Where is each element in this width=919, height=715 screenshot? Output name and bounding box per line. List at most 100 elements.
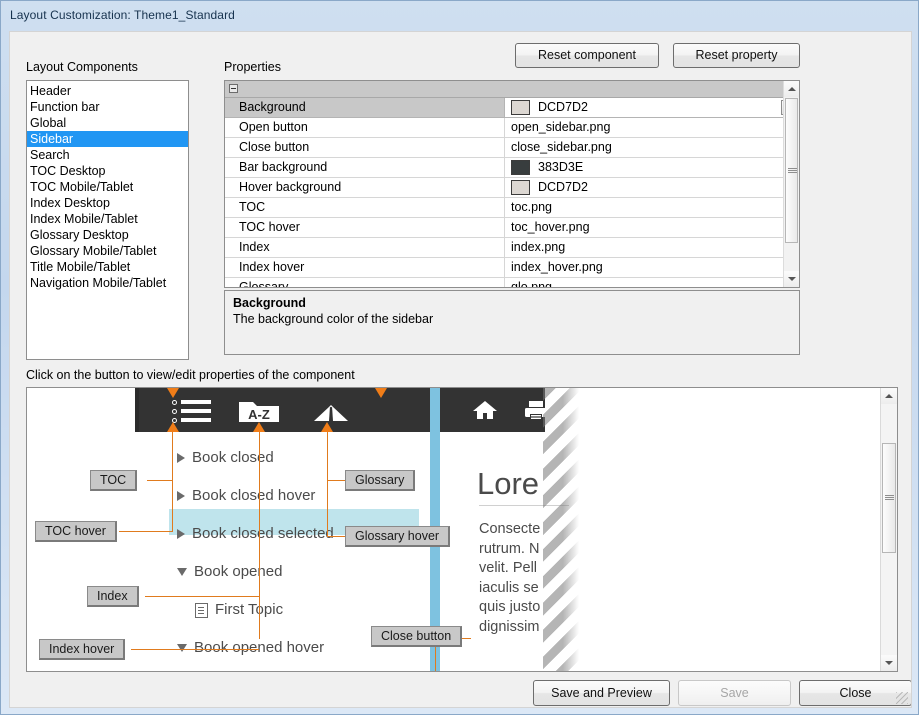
scroll-down-arrow-icon[interactable] [784, 271, 799, 287]
tree-item-label: Book closed hover [192, 487, 316, 504]
tree-item-book-opened[interactable]: Book opened [177, 563, 282, 580]
property-value-text: glo.png [511, 280, 553, 288]
tree-item-book-opened-hover[interactable]: Book opened hover [177, 639, 324, 656]
layout-component-item[interactable]: Index Mobile/Tablet [27, 211, 188, 227]
layout-component-item[interactable]: Sidebar [27, 131, 188, 147]
glossary-book-glyph [314, 405, 348, 421]
property-value[interactable]: toc_hover.png [505, 218, 799, 237]
marker-up-icon [321, 422, 333, 432]
property-value-text: toc.png [511, 200, 553, 214]
property-description-panel: Background The background color of the s… [224, 290, 800, 355]
tree-item-first-topic[interactable]: First Topic [195, 601, 283, 618]
marker-up-icon [253, 422, 265, 432]
layout-component-item[interactable]: TOC Mobile/Tablet [27, 179, 188, 195]
property-row[interactable]: TOC toc.png [225, 198, 799, 218]
layout-component-item[interactable]: Glossary Mobile/Tablet [27, 243, 188, 259]
property-name: Glossary [225, 278, 505, 287]
property-value[interactable]: close_sidebar.png [505, 138, 799, 157]
tree-item-book-closed-selected[interactable]: Book closed selected [177, 525, 334, 542]
callout-index-hover[interactable]: Index hover [39, 639, 126, 660]
property-name: Hover background [225, 178, 505, 197]
property-name: TOC [225, 198, 505, 217]
leader-line [119, 531, 173, 532]
layout-component-item[interactable]: TOC Desktop [27, 163, 188, 179]
window-title: Layout Customization: Theme1_Standard [10, 8, 235, 22]
properties-label: Properties [224, 60, 281, 74]
scrollbar-thumb[interactable] [785, 98, 798, 243]
property-row[interactable]: Index hover index_hover.png [225, 258, 799, 278]
resize-grip-icon[interactable] [896, 692, 908, 704]
triangle-right-icon [177, 453, 185, 464]
tree-item-book-closed-hover[interactable]: Book closed hover [177, 487, 315, 504]
layout-component-item[interactable]: Index Desktop [27, 195, 188, 211]
property-row[interactable]: Open button open_sidebar.png [225, 118, 799, 138]
layout-components-list[interactable]: Header Function bar Global Sidebar Search TOC… [26, 80, 189, 360]
glossary-book-icon[interactable] [311, 399, 351, 423]
description-text: The background color of the sidebar [233, 312, 434, 326]
marker-up-icon [167, 422, 179, 432]
property-value[interactable]: DCD7D2 [505, 98, 799, 117]
property-value[interactable]: 383D3E [505, 158, 799, 177]
property-value-text: toc_hover.png [511, 220, 590, 234]
property-name: Index hover [225, 258, 505, 277]
callout-glossary[interactable]: Glossary [345, 470, 416, 491]
property-value[interactable]: index_hover.png [505, 258, 799, 277]
property-row[interactable]: Index index.png [225, 238, 799, 258]
preview-canvas: A-Z Lore Consecte rutrum. N velit. Pell … [27, 388, 881, 671]
layout-component-item[interactable]: Header [27, 83, 188, 99]
leader-line [172, 431, 173, 531]
property-row[interactable]: TOC hover toc_hover.png [225, 218, 799, 238]
property-row[interactable]: Bar background 383D3E [225, 158, 799, 178]
home-glyph [473, 401, 497, 419]
index-az-folder-icon[interactable]: A-Z [237, 398, 281, 424]
layout-components-label: Layout Components [26, 60, 138, 74]
triangle-down-icon [177, 568, 187, 577]
scroll-up-arrow-icon[interactable] [881, 388, 897, 404]
property-value[interactable]: glo.png [505, 278, 799, 288]
property-row[interactable]: Background DCD7D2 [225, 98, 799, 118]
property-name: Close button [225, 138, 505, 157]
callout-glossary-hover[interactable]: Glossary hover [345, 526, 451, 547]
properties-grid[interactable]: Background DCD7D2 Open button open_sidebar.… [224, 80, 800, 288]
reset-property-button[interactable]: Reset property [673, 43, 800, 68]
scroll-down-arrow-icon[interactable] [881, 655, 897, 671]
property-row[interactable]: Hover background DCD7D2 [225, 178, 799, 198]
property-value[interactable]: open_sidebar.png [505, 118, 799, 137]
property-value[interactable]: DCD7D2 [505, 178, 799, 197]
layout-component-item[interactable]: Navigation Mobile/Tablet [27, 275, 188, 291]
property-row[interactable]: Close button close_sidebar.png [225, 138, 799, 158]
property-row[interactable]: Glossary glo.png [225, 278, 799, 288]
reset-component-button[interactable]: Reset component [515, 43, 659, 68]
layout-component-item[interactable]: Search [27, 147, 188, 163]
tree-item-label: Book opened [194, 563, 283, 580]
callout-toc[interactable]: TOC [90, 470, 138, 491]
layout-component-item[interactable]: Title Mobile/Tablet [27, 259, 188, 275]
save-button[interactable]: Save [678, 680, 791, 706]
property-value[interactable]: toc.png [505, 198, 799, 217]
color-swatch [511, 100, 530, 115]
index-az-folder-glyph: A-Z [239, 402, 279, 422]
properties-grid-rows: Background DCD7D2 Open button open_sidebar.… [225, 98, 799, 288]
save-and-preview-button[interactable]: Save and Preview [533, 680, 670, 706]
leader-line [147, 480, 173, 481]
callout-close-button[interactable]: Close button [371, 626, 463, 647]
preview-scrollbar[interactable] [880, 388, 897, 671]
dialog-client-area: Layout Components Header Function bar Glob… [9, 31, 912, 708]
home-icon[interactable] [471, 398, 499, 422]
toc-list-icon[interactable] [171, 399, 215, 423]
scrollbar-thumb[interactable] [882, 443, 896, 553]
content-pane-background [563, 388, 881, 671]
scroll-up-arrow-icon[interactable] [784, 81, 799, 97]
property-value-text: open_sidebar.png [511, 120, 611, 134]
layout-component-item[interactable]: Function bar [27, 99, 188, 115]
layout-component-item[interactable]: Global [27, 115, 188, 131]
callout-index[interactable]: Index [87, 586, 139, 607]
layout-preview[interactable]: A-Z Lore Consecte rutrum. N velit. Pell … [26, 387, 898, 672]
property-value[interactable]: index.png [505, 238, 799, 257]
marker-down-icon [167, 388, 179, 398]
property-value-text: index.png [511, 240, 566, 254]
properties-scrollbar[interactable] [783, 81, 799, 287]
layout-component-item[interactable]: Glossary Desktop [27, 227, 188, 243]
callout-toc-hover[interactable]: TOC hover [35, 521, 117, 542]
collapse-group-icon[interactable] [229, 84, 238, 93]
